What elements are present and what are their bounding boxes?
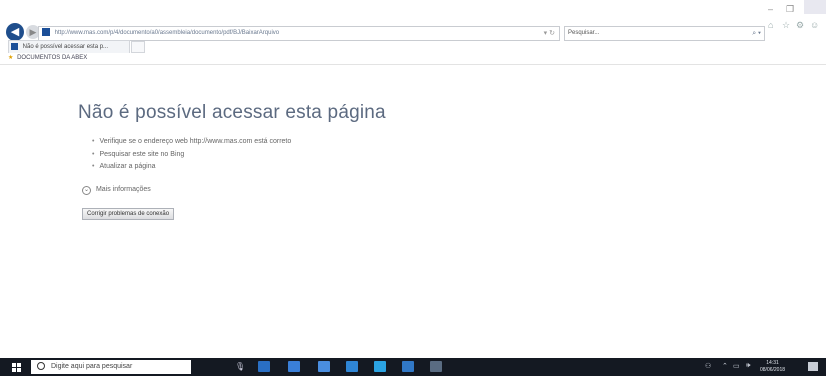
restore-icon[interactable]: ❐ — [786, 4, 794, 15]
system-clock[interactable]: 14:31 08/06/2018 — [760, 360, 785, 374]
suggestion-list: Verifique se o endereço web http://www.m… — [92, 136, 291, 174]
address-url: http://www.mas.com/p/4/documento/a0/asse… — [54, 30, 280, 36]
address-bar[interactable]: http://www.mas.com/p/4/documento/a0/asse… — [38, 26, 560, 41]
chevron-down-icon: ⌄ — [82, 186, 91, 195]
minimize-icon[interactable]: – — [768, 4, 773, 14]
store-icon[interactable] — [318, 361, 330, 372]
volume-icon[interactable]: 🕪 — [746, 362, 750, 370]
tab-favicon-icon — [11, 42, 18, 50]
search-placeholder: Pesquisar... — [568, 30, 600, 36]
search-field[interactable]: Pesquisar... ⌕ ▾ — [564, 26, 765, 41]
browser-navigation-bar: ◀ ▶ http://www.mas.com/p/4/documento/a0/… — [0, 0, 826, 41]
tab-strip: Não é possível acessar esta p... — [0, 40, 826, 53]
file-explorer-icon[interactable] — [288, 361, 300, 372]
page-title: Não é possível acessar esta página — [78, 102, 386, 123]
microphone-icon[interactable]: 🎙 — [235, 362, 245, 371]
feedback-icon[interactable]: ☺ — [810, 20, 819, 30]
refresh-icon[interactable]: ▾ ↻ — [544, 27, 555, 40]
suggestion-item-check-address: Verifique se o endereço web http://www.m… — [92, 136, 291, 149]
tools-gear-icon[interactable]: ⚙ — [796, 20, 804, 31]
task-view-icon[interactable] — [258, 361, 270, 372]
clock-date: 08/06/2018 — [760, 367, 786, 373]
edge-browser-icon[interactable] — [374, 361, 386, 372]
close-window-button[interactable] — [804, 0, 826, 14]
suggestion-item-refresh[interactable]: Atualizar a página — [92, 161, 291, 174]
fix-connection-button[interactable]: Corrigir problemas de conexão — [82, 208, 175, 220]
back-button[interactable]: ◀ — [6, 23, 24, 41]
home-icon[interactable]: ⌂ — [768, 20, 773, 30]
favorites-bar-item[interactable]: ★ DOCUMENTOS DA ABEX — [8, 53, 87, 64]
more-info-toggle[interactable]: ⌄ Mais informações — [82, 186, 151, 195]
folder-icon: ★ — [8, 55, 14, 61]
cortana-circle-icon — [37, 362, 45, 371]
network-icon[interactable]: ▭ — [733, 362, 740, 370]
windows-taskbar: Digite aqui para pesquisar 🎙 ⚇ ⌃ ▭ 🕪 14:… — [0, 358, 826, 376]
site-favicon-icon — [42, 28, 50, 37]
tab-title: Não é possível acessar esta p... — [22, 44, 109, 50]
favorites-star-icon[interactable]: ☆ — [782, 20, 790, 31]
calculator-icon[interactable] — [430, 361, 442, 372]
taskbar-search-placeholder: Digite aqui para pesquisar — [50, 363, 133, 370]
action-center-icon[interactable] — [808, 362, 818, 371]
internet-explorer-icon[interactable] — [402, 361, 414, 372]
new-tab-button[interactable] — [131, 41, 145, 53]
people-icon[interactable]: ⚇ — [705, 362, 711, 370]
taskbar-search-box[interactable]: Digite aqui para pesquisar — [31, 360, 191, 374]
favorites-item-label: DOCUMENTOS DA ABEX — [17, 55, 88, 61]
tray-chevron-up-icon[interactable]: ⌃ — [722, 362, 728, 370]
mail-icon[interactable] — [346, 361, 358, 372]
tab-active[interactable]: Não é possível acessar esta p... — [8, 40, 130, 53]
suggestion-item-search-bing[interactable]: Pesquisar este site no Bing — [92, 149, 291, 162]
clock-time: 14:31 — [766, 360, 779, 366]
search-icon[interactable]: ⌕ ▾ — [752, 27, 761, 40]
favorites-bar: ★ DOCUMENTOS DA ABEX — [0, 53, 826, 65]
more-info-label: Mais informações — [95, 186, 151, 193]
windows-start-icon[interactable] — [12, 363, 21, 372]
